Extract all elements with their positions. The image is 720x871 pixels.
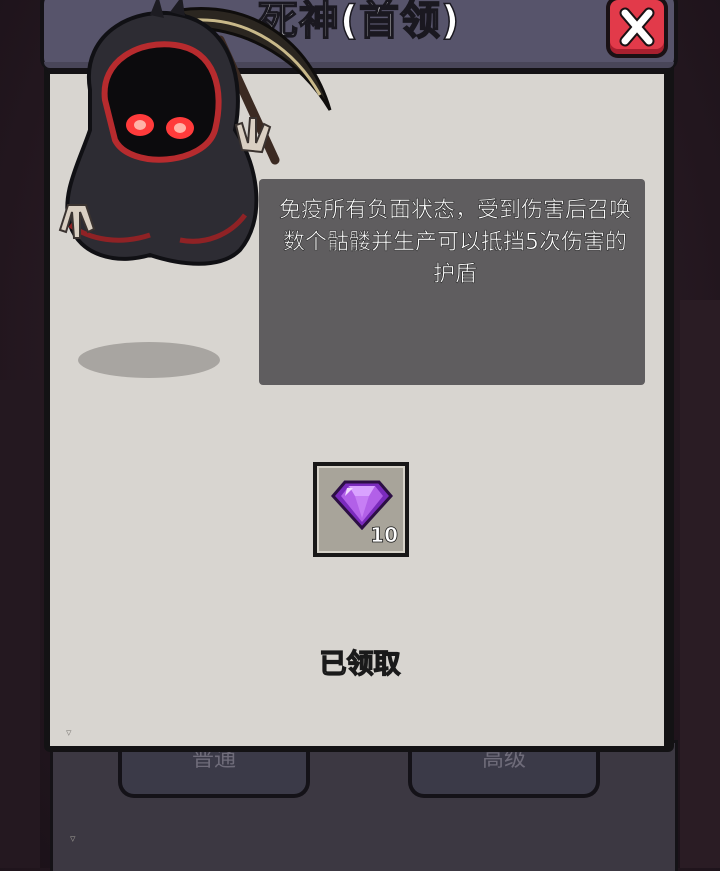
boss-shadow bbox=[78, 342, 220, 378]
reward-slot-inner: 10 bbox=[317, 466, 405, 553]
boss-description-box: 免疫所有负面状态，受到伤害后召唤数个骷髅并生产可以抵挡5次伤害的护盾 bbox=[259, 179, 645, 385]
decorative-mark: ▿ bbox=[70, 832, 76, 845]
reward-count: 10 bbox=[370, 523, 399, 548]
background-rock-left bbox=[0, 380, 40, 868]
close-button[interactable] bbox=[606, 0, 668, 58]
claimed-status-label: 已领取 bbox=[319, 648, 401, 680]
background-rock-right bbox=[680, 300, 720, 868]
close-icon bbox=[619, 7, 655, 47]
boss-description: 免疫所有负面状态，受到伤害后召唤数个骷髅并生产可以抵挡5次伤害的护盾 bbox=[279, 198, 632, 288]
reward-slot[interactable]: 10 bbox=[313, 462, 409, 557]
decorative-mark: ▿ bbox=[66, 726, 72, 739]
